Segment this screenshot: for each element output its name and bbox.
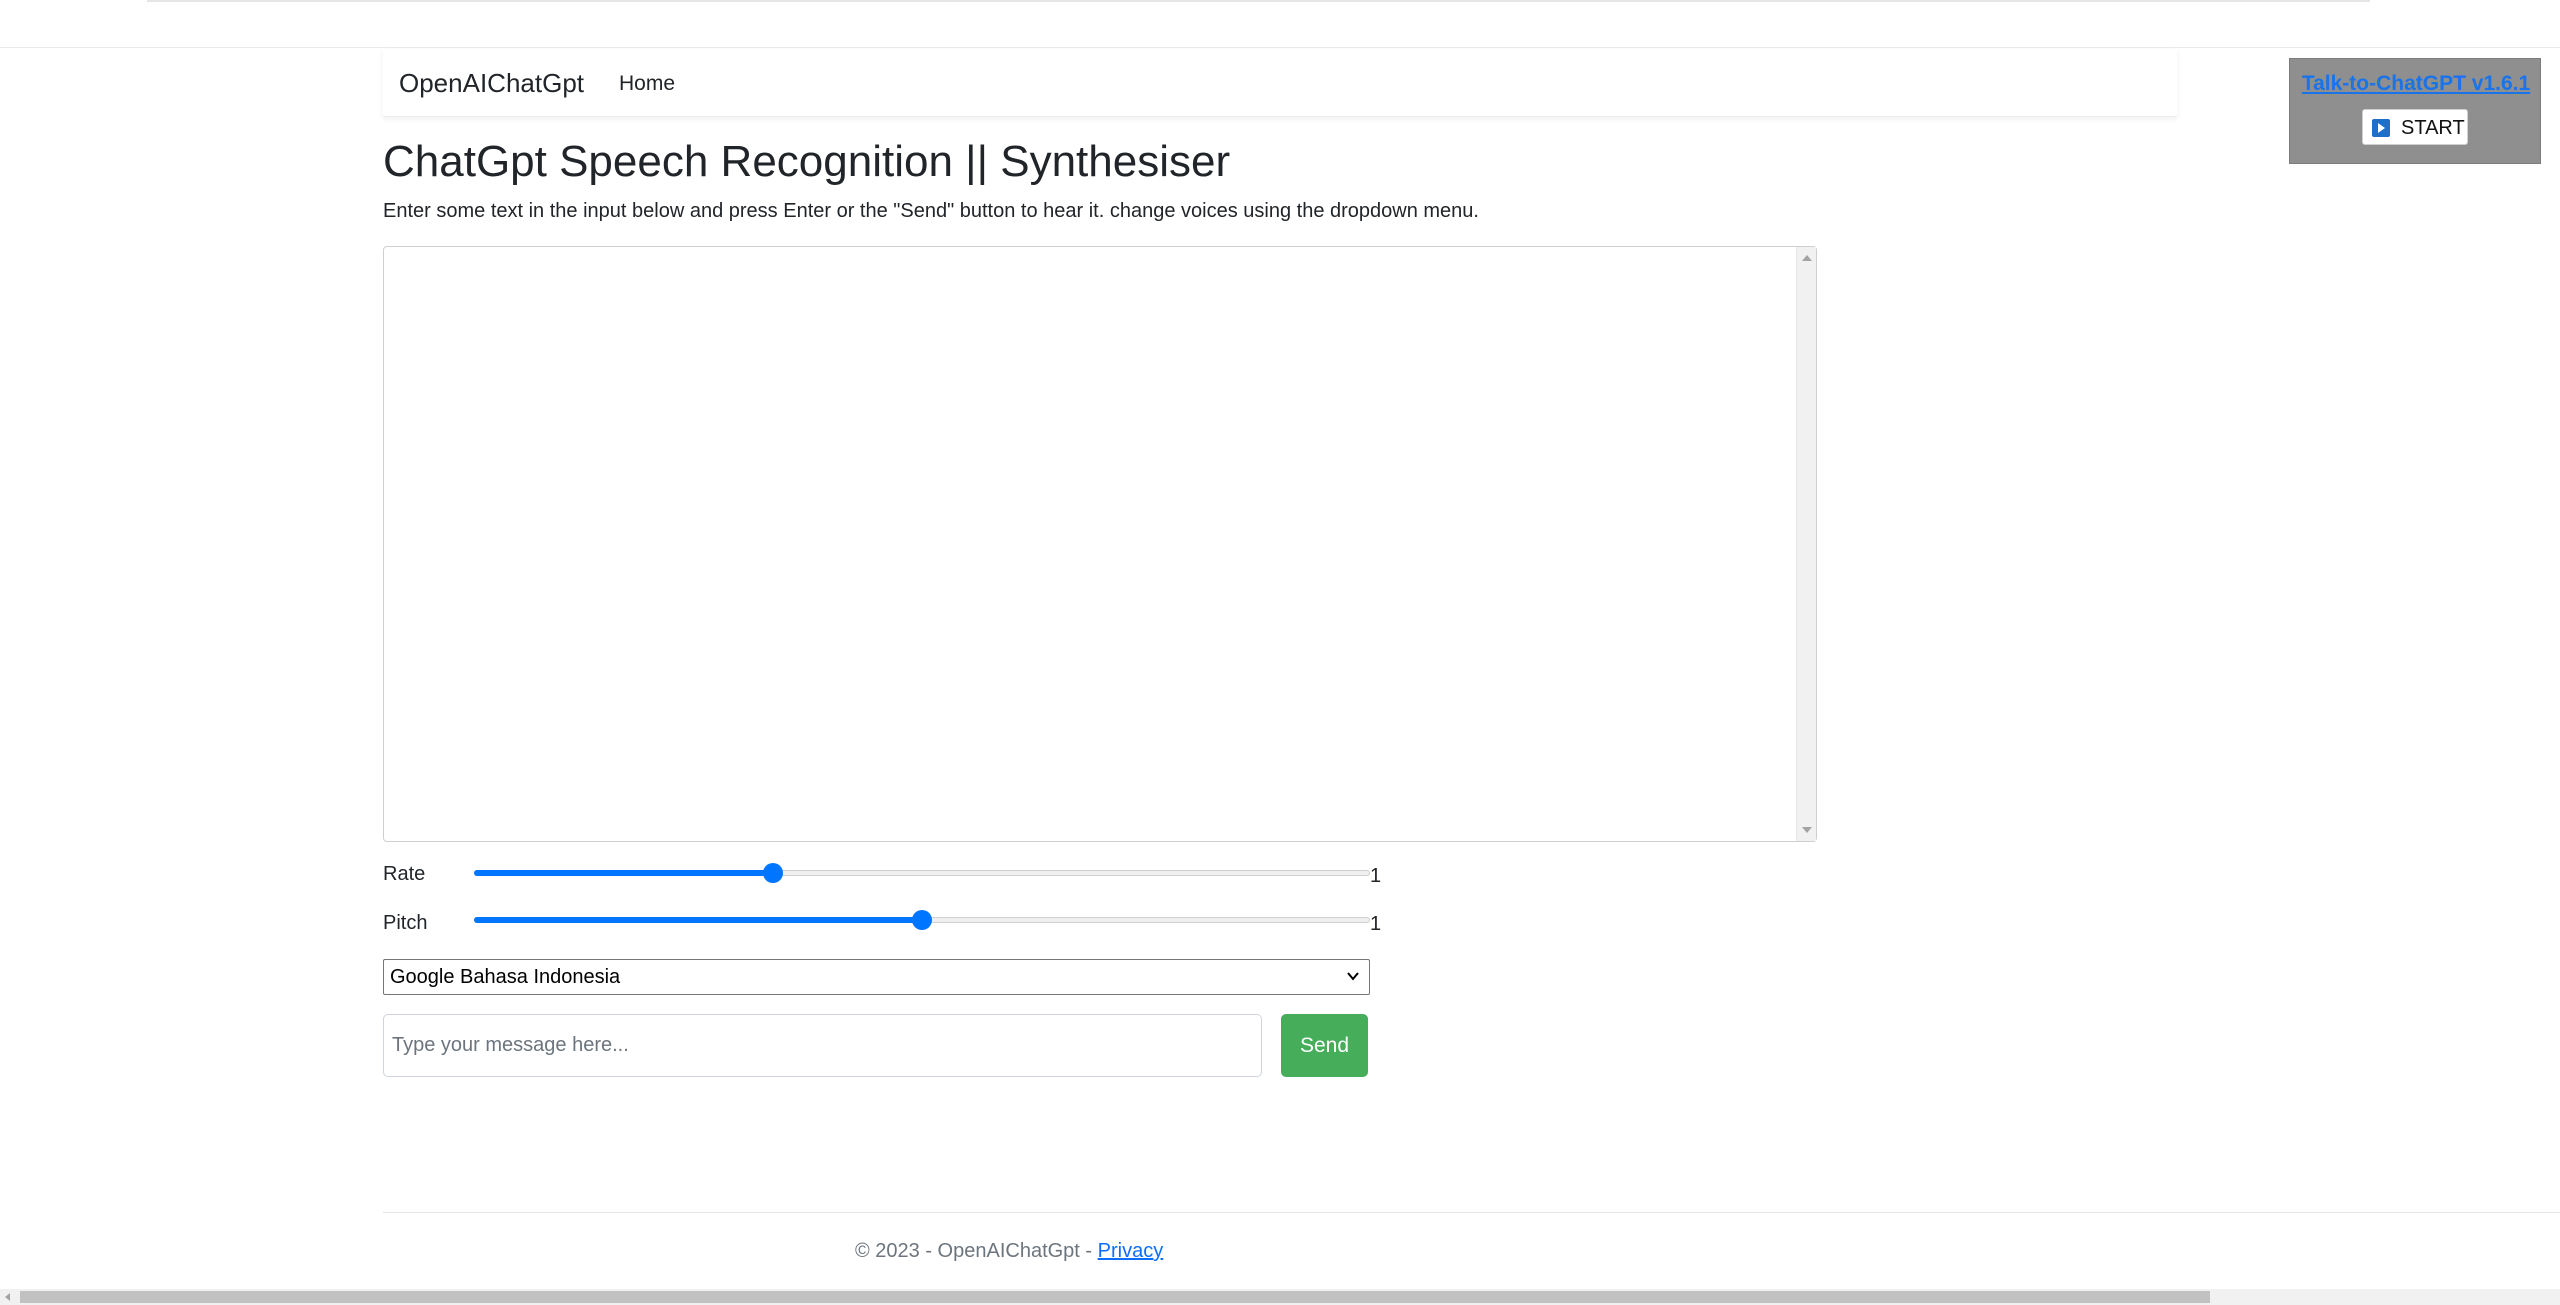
navbar: OpenAIChatGpt Home xyxy=(383,49,2177,117)
rate-value: 1 xyxy=(1370,865,1382,887)
rate-label: Rate xyxy=(383,863,426,885)
voice-select-value: Google Bahasa Indonesia xyxy=(390,966,621,988)
extension-link[interactable]: Talk-to-ChatGPT v1.6.1 xyxy=(2300,71,2532,97)
chevron-down-icon xyxy=(1347,972,1359,981)
pitch-slider-thumb[interactable] xyxy=(912,910,932,930)
play-icon xyxy=(2372,119,2390,137)
scroll-up-icon[interactable] xyxy=(1802,255,1812,261)
top-divider xyxy=(147,0,2370,2)
horizontal-scrollbar[interactable] xyxy=(0,1289,2560,1305)
rate-slider-fill xyxy=(474,870,773,876)
output-scrollbar[interactable] xyxy=(1796,247,1816,841)
speech-output-textarea[interactable] xyxy=(383,246,1817,842)
privacy-link[interactable]: Privacy xyxy=(1098,1240,1164,1262)
pitch-value: 1 xyxy=(1370,913,1382,935)
footer-divider xyxy=(383,1212,2560,1213)
footer: © 2023 - OpenAIChatGpt - Privacy xyxy=(855,1238,1163,1264)
horizontal-scrollbar-thumb[interactable] xyxy=(20,1291,2210,1303)
scroll-down-icon[interactable] xyxy=(1802,827,1812,833)
send-button[interactable]: Send xyxy=(1281,1014,1368,1077)
top-strip xyxy=(0,0,2560,48)
pitch-label: Pitch xyxy=(383,912,428,934)
start-button[interactable]: START xyxy=(2362,109,2468,145)
pitch-slider[interactable] xyxy=(474,908,1370,932)
footer-copyright: © 2023 - OpenAIChatGpt - xyxy=(855,1240,1098,1262)
talk-to-chatgpt-widget: Talk-to-ChatGPT v1.6.1 START xyxy=(2289,58,2541,164)
rate-slider[interactable] xyxy=(474,861,1370,885)
page-title: ChatGpt Speech Recognition || Synthesise… xyxy=(383,137,1231,186)
pitch-slider-fill xyxy=(474,917,922,923)
scroll-left-icon[interactable] xyxy=(5,1293,10,1301)
message-input[interactable] xyxy=(383,1014,1262,1077)
voice-select[interactable]: Google Bahasa Indonesia xyxy=(383,959,1370,995)
navbar-brand[interactable]: OpenAIChatGpt xyxy=(399,67,584,99)
rate-slider-thumb[interactable] xyxy=(763,863,783,883)
instructions-text: Enter some text in the input below and p… xyxy=(383,200,1479,222)
start-label: START xyxy=(2401,117,2465,139)
nav-home-link[interactable]: Home xyxy=(619,70,675,98)
